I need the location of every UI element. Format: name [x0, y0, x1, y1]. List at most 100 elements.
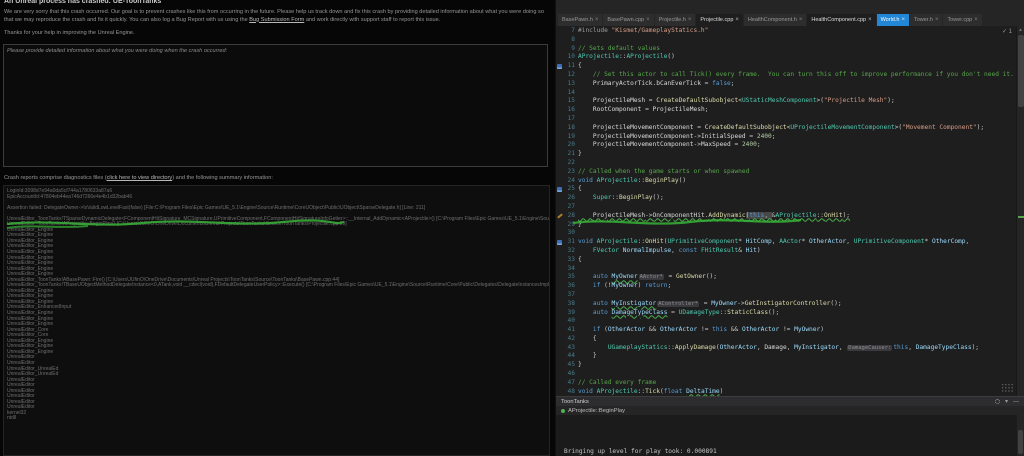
line-number: 43: [567, 343, 575, 351]
code-line: 48 void AProjectile::Tick(float DeltaTime…: [556, 388, 1024, 396]
code-line: 28 ProjectileMesh->OnComponentHit.AddDyn…: [556, 211, 1024, 221]
close-icon[interactable]: ×: [799, 17, 803, 23]
code-text: // Called when the game starts or when s…: [578, 167, 750, 175]
gutter-margin: [556, 317, 565, 326]
gutter-margin: [556, 45, 565, 54]
crash-log[interactable]: LoginId:3098d7e94a0da5cf744a1780633a87a6…: [3, 185, 550, 456]
code-text: auto MyInstigator AController* = MyOwner-…: [592, 299, 842, 307]
code-text: RootComponent = ProjectileMesh;: [592, 106, 709, 114]
gutter-margin: [556, 159, 565, 168]
code-line: 41 if (OtherActor && OtherActor != this …: [556, 326, 1024, 335]
tab-basepawn-cpp[interactable]: BasePawn.cpp ×: [603, 14, 654, 26]
scroll-up-icon[interactable]: ▲: [1017, 26, 1024, 34]
code-text: {: [578, 334, 597, 342]
code-line: 40: [556, 317, 1024, 326]
gutter-margin: [556, 388, 565, 396]
chevron-down-icon[interactable]: ▾: [1005, 398, 1008, 405]
code-text: AProjectile::AProjectile(): [578, 53, 675, 61]
gutter-margin: [556, 124, 565, 133]
bookmark-icon[interactable]: [556, 62, 565, 71]
gutter-margin: [556, 256, 565, 265]
code-line: 46: [556, 370, 1024, 379]
gutter-margin: [556, 379, 565, 388]
crash-details-input[interactable]: [3, 44, 548, 167]
code-text: auto MyOwner AActor* = GetOwner();: [592, 273, 717, 281]
breakpoint-dot-icon: [561, 408, 565, 413]
code-line: 36 if (!MyOwner) return;: [556, 282, 1024, 291]
close-icon[interactable]: ×: [974, 17, 978, 23]
tab-world-h[interactable]: World.h ×: [876, 14, 909, 26]
code-editor[interactable]: 7 #include "Kismet/GameplayStatics.h" 8 9//…: [556, 26, 1024, 396]
code-line: 45}: [556, 361, 1024, 370]
gutter-margin: [556, 221, 565, 230]
gutter-margin: [556, 247, 565, 256]
code-line: 24 void AProjectile::BeginPlay(): [556, 177, 1024, 186]
gutter-margin: [556, 80, 565, 89]
tab-tower-cpp[interactable]: Tower.cpp ×: [943, 14, 982, 26]
code-text: ProjectileMovementComponent = CreateDefa…: [592, 123, 985, 131]
tab-bar: BasePawn.h × BasePawn.cpp × Projectile.h × Pro…: [556, 14, 1024, 26]
code-line: 38 auto MyInstigator AController* = MyOwn…: [556, 300, 1024, 309]
code-line: 10 AProjectile::AProjectile(): [556, 53, 1024, 62]
scrollbar-thumb[interactable]: [1018, 35, 1024, 107]
code-scrollbar[interactable]: ▲: [1016, 26, 1024, 396]
code-text: // Sets default values: [578, 44, 660, 52]
tab-healthcomponent-h[interactable]: HealthComponent.h ×: [743, 14, 807, 26]
code-line: 31 void AProjectile::OnHit(UPrimitiveComp…: [556, 238, 1024, 247]
close-icon[interactable]: ×: [688, 17, 692, 23]
code-line: 35 auto MyOwner AActor* = GetOwner();: [556, 273, 1024, 282]
breakpoint-row[interactable]: AProjectile::BeginPlay: [556, 406, 1024, 415]
view-directory-link[interactable]: click here to view directory: [107, 175, 173, 181]
close-icon[interactable]: ×: [935, 17, 939, 23]
close-icon[interactable]: ×: [646, 17, 650, 23]
bottom-panel: ToonTanks ▾ ― AProjectile::BeginPlay Bri…: [556, 396, 1024, 456]
tab-basepawn-h[interactable]: BasePawn.h ×: [558, 14, 603, 26]
code-text: ProjectileMesh->OnComponentHit.AddDynami…: [592, 211, 851, 219]
tab-label: Tower.cpp: [947, 17, 973, 23]
line-number: 14: [567, 88, 575, 96]
code-line: 25{: [556, 185, 1024, 194]
bug-submission-form-link[interactable]: Bug Submission Form: [249, 17, 304, 23]
project-name[interactable]: ToonTanks: [561, 399, 589, 405]
breakpoint-label: AProjectile::BeginPlay: [568, 407, 626, 414]
tab-projectile-h[interactable]: Projectile.h ×: [654, 14, 696, 26]
gear-icon[interactable]: [994, 399, 1000, 404]
close-icon[interactable]: ×: [735, 17, 739, 23]
code-line: 13 PrimaryActorTick.bCanEverTick = false…: [556, 80, 1024, 89]
output-scrollbar[interactable]: [1017, 415, 1024, 456]
line-number: 24: [567, 176, 575, 184]
close-icon[interactable]: ×: [595, 17, 599, 23]
scrollbar-thumb[interactable]: [1018, 430, 1023, 454]
gutter-margin: [556, 89, 565, 98]
tab-healthcomponent-cpp[interactable]: HealthComponent.cpp ×: [807, 14, 876, 26]
close-icon[interactable]: ×: [901, 17, 905, 23]
code-line: 30: [556, 229, 1024, 238]
tab-projectile-cpp[interactable]: Projectile.cpp ×: [696, 14, 743, 26]
crash-thanks-text: Thanks for your help in improving the Un…: [4, 30, 135, 36]
line-number: 7: [571, 27, 575, 34]
line-number: 41: [567, 326, 575, 334]
bookmark-icon[interactable]: [556, 238, 565, 247]
output-console[interactable]: Bringing up level for play took: 0.00089…: [556, 415, 1024, 456]
wrench-icon[interactable]: [556, 212, 565, 221]
code-text: FVector NormalImpulse, const FHitResult&…: [592, 246, 761, 254]
tab-tower-h[interactable]: Tower.h ×: [909, 14, 943, 26]
bookmark-icon[interactable]: [556, 185, 565, 194]
crash-title: An Unreal process has crashed: UE-ToonTa…: [4, 0, 162, 5]
gutter-margin: [556, 36, 565, 45]
code-text: }: [578, 220, 582, 228]
close-icon[interactable]: ×: [868, 17, 872, 23]
line-number: 46: [567, 370, 575, 378]
code-text: {: [578, 255, 582, 263]
tab-label: Tower.h: [913, 17, 933, 23]
tab-label: BasePawn.h: [562, 17, 593, 23]
panel-header[interactable]: ToonTanks ▾ ―: [556, 397, 1024, 406]
line-number: 39: [567, 308, 575, 316]
resize-grip[interactable]: [1001, 383, 1014, 393]
gutter-margin: [556, 291, 565, 300]
minimize-icon[interactable]: ―: [1013, 399, 1019, 405]
line-number: 42: [567, 334, 575, 342]
tab-label: HealthComponent.h: [747, 17, 797, 23]
gutter-margin: [556, 97, 565, 106]
crash-reporter-window: An Unreal process has crashed: UE-ToonTa…: [0, 0, 555, 456]
